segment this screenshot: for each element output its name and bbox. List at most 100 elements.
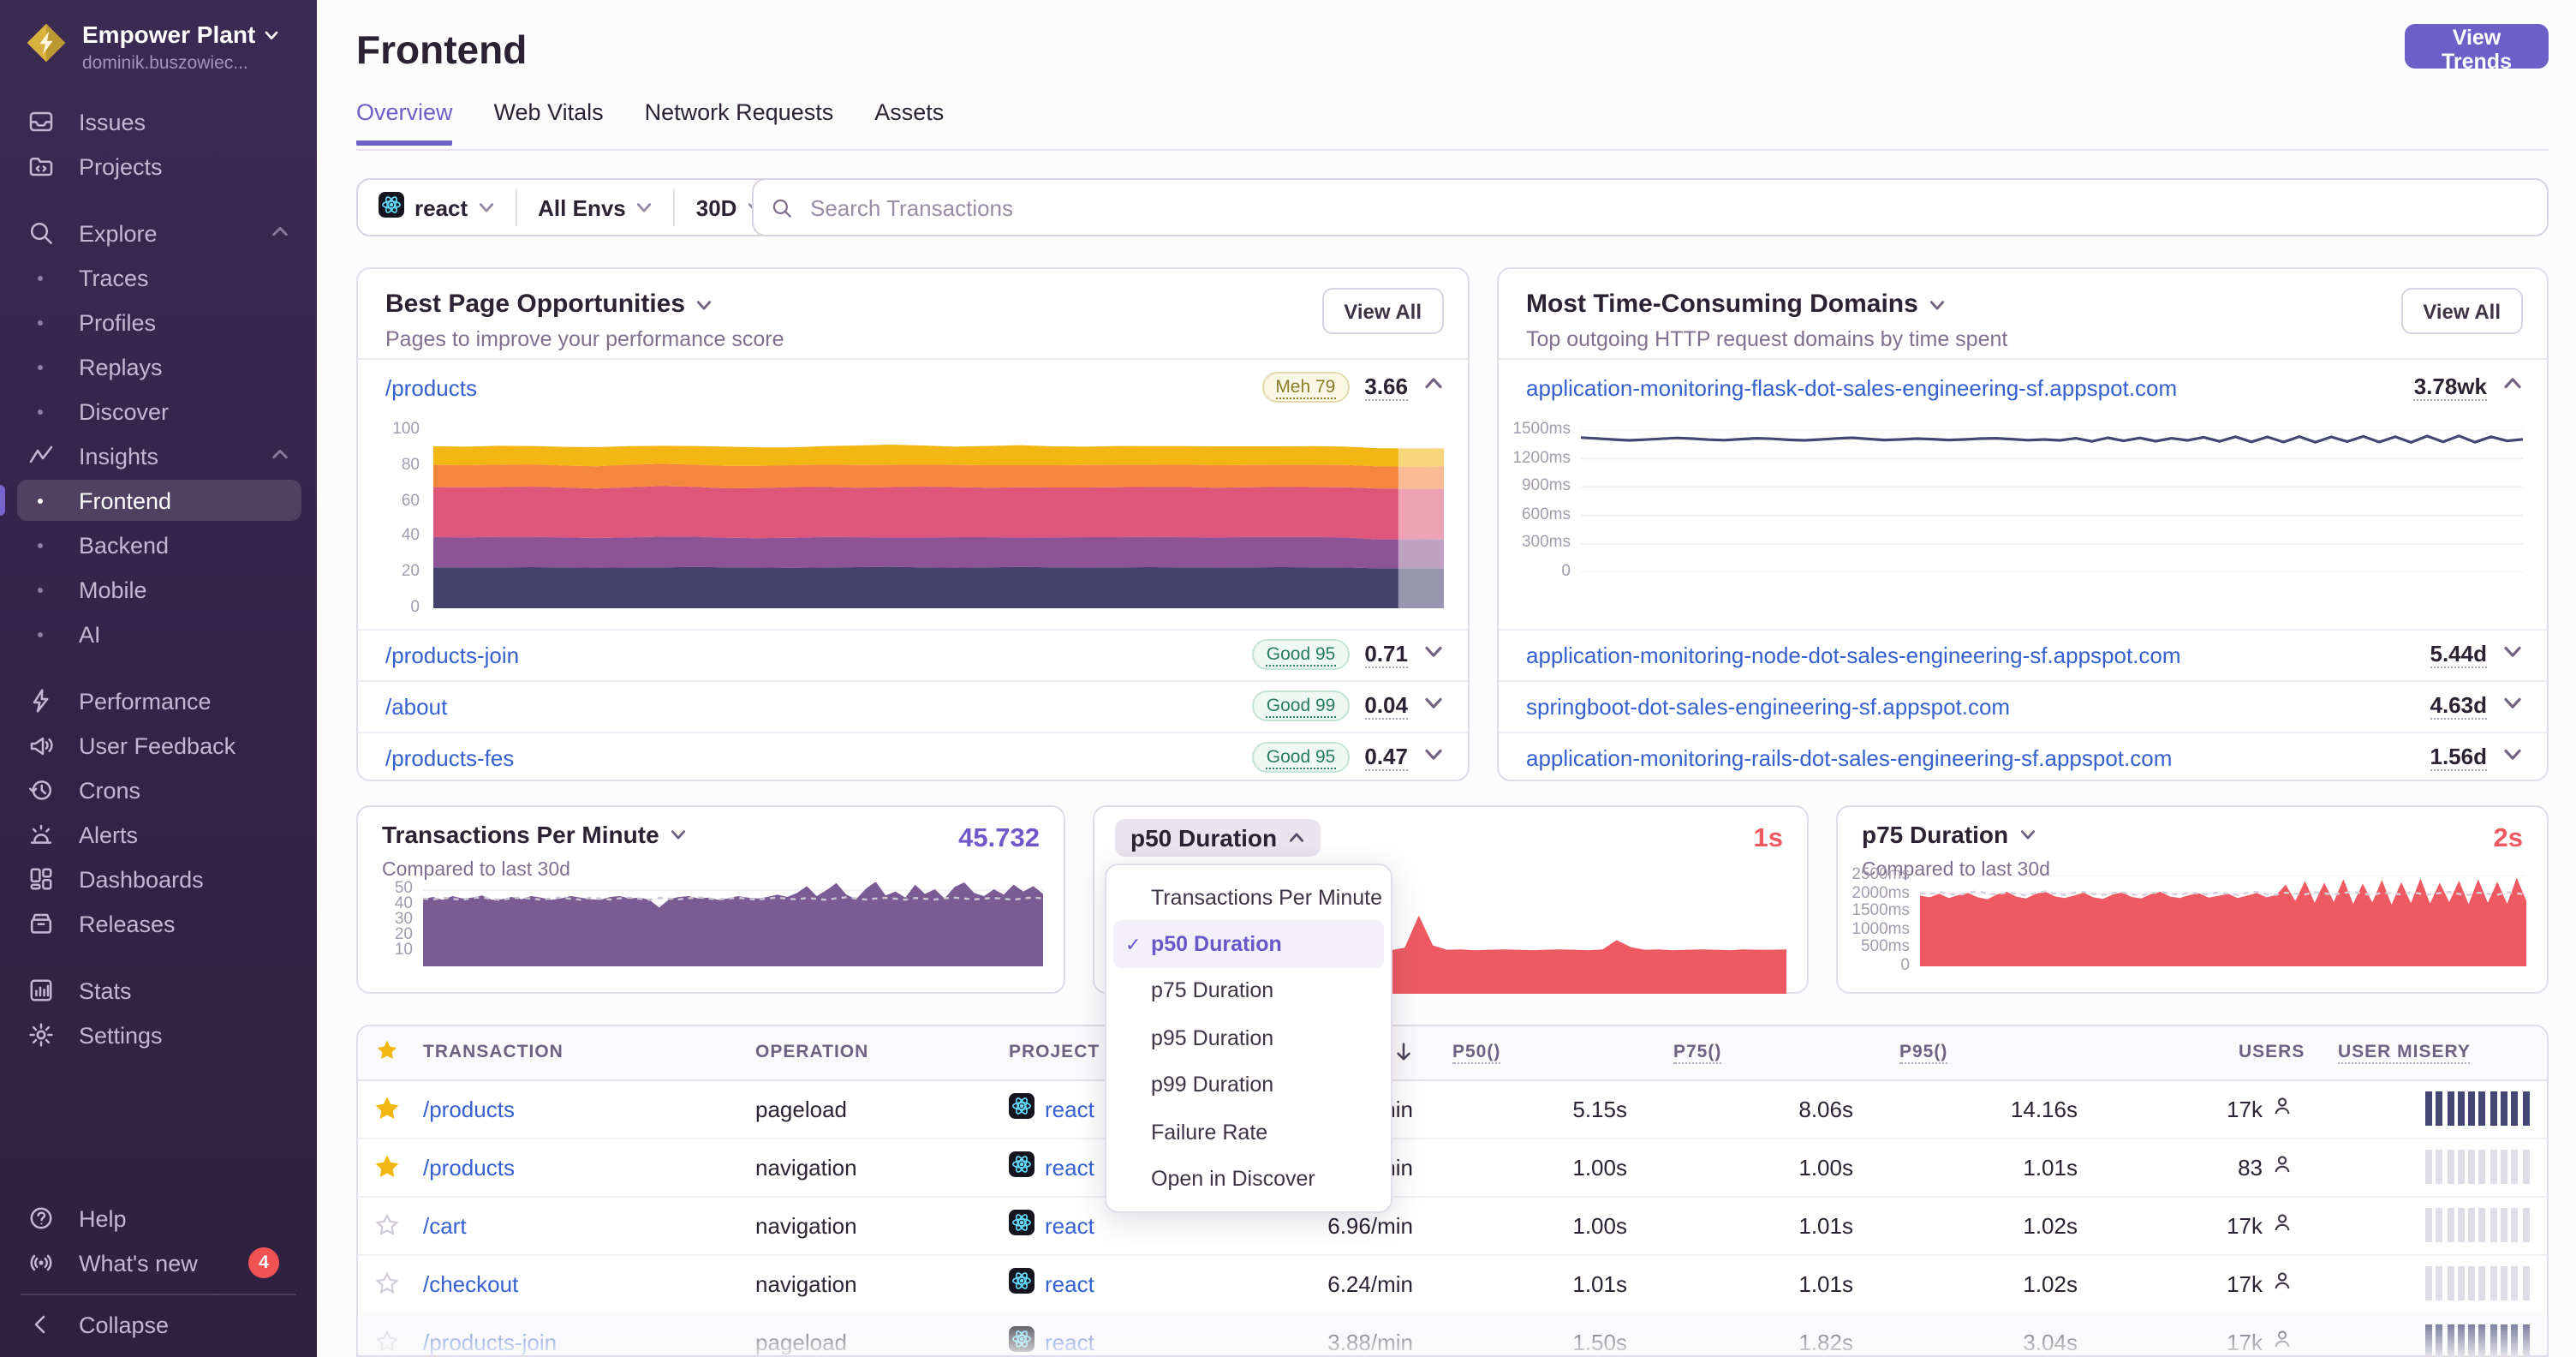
- users-cell: 17k: [2227, 1254, 2293, 1312]
- transaction-link[interactable]: /products: [423, 1154, 515, 1180]
- domains-title[interactable]: Most Time-Consuming Domains: [1526, 290, 1946, 319]
- tpm-area-chart[interactable]: [422, 882, 1044, 966]
- sidebar-item-explore[interactable]: Explore: [0, 211, 317, 255]
- chevron-down-icon[interactable]: [2502, 690, 2523, 721]
- menu-item-failure-rate[interactable]: Failure Rate: [1113, 1109, 1384, 1156]
- chevron-down-icon[interactable]: [1423, 690, 1444, 721]
- chevron-down-icon[interactable]: [1423, 742, 1444, 773]
- search-input[interactable]: [807, 193, 2530, 222]
- tab-assets[interactable]: Assets: [874, 99, 944, 146]
- sidebar-item-label: Performance: [79, 688, 212, 714]
- domain-row: springboot-dot-sales-engineering-sf.apps…: [1499, 680, 2547, 732]
- transaction-link[interactable]: /checkout: [423, 1270, 518, 1296]
- sidebar-item-ai[interactable]: AI: [0, 612, 317, 656]
- sidebar-item-insights[interactable]: Insights: [0, 433, 317, 478]
- tab-network-requests[interactable]: Network Requests: [645, 99, 834, 146]
- p50-cell: 5.15s: [1572, 1096, 1627, 1121]
- menu-item-p50-duration[interactable]: ✓ p50 Duration: [1113, 920, 1384, 968]
- sidebar-item-help[interactable]: Help: [0, 1196, 317, 1240]
- column-header-p75[interactable]: P75(): [1673, 1042, 1722, 1064]
- project-link[interactable]: react: [1045, 1154, 1094, 1180]
- sidebar-item-label: Dashboards: [79, 866, 204, 892]
- star-column-header-icon[interactable]: [375, 1038, 399, 1067]
- best-pages-view-all-button[interactable]: View All: [1321, 288, 1444, 334]
- domain-line-chart[interactable]: [1580, 429, 2524, 573]
- sidebar-item-performance[interactable]: Performance: [0, 678, 317, 723]
- sidebar-item-profiles[interactable]: Profiles: [0, 300, 317, 344]
- star-toggle[interactable]: [375, 1079, 399, 1138]
- issues-icon: [27, 108, 55, 135]
- p75-area-chart[interactable]: [1919, 875, 2527, 967]
- star-toggle[interactable]: [375, 1138, 399, 1196]
- domain-link[interactable]: application-monitoring-rails-dot-sales-e…: [1526, 744, 2430, 770]
- sidebar-item-discover[interactable]: Discover: [0, 389, 317, 433]
- chevron-down-icon[interactable]: [1423, 639, 1444, 670]
- sidebar-item-frontend[interactable]: Frontend: [0, 478, 317, 523]
- star-toggle[interactable]: [375, 1196, 399, 1254]
- transaction-link[interactable]: /products: [423, 1096, 515, 1121]
- sidebar-item-collapse[interactable]: Collapse: [0, 1302, 317, 1347]
- page-link[interactable]: /about: [385, 693, 1253, 719]
- star-toggle[interactable]: [375, 1312, 399, 1355]
- column-header-operation[interactable]: OPERATION: [755, 1042, 868, 1062]
- sidebar-item-traces[interactable]: Traces: [0, 255, 317, 300]
- best-pages-title[interactable]: Best Page Opportunities: [385, 290, 713, 319]
- chevron-down-icon[interactable]: [2502, 639, 2523, 670]
- menu-item-p99-duration[interactable]: p99 Duration: [1113, 1061, 1384, 1109]
- sidebar-item-issues[interactable]: Issues: [0, 99, 317, 144]
- chevron-up-icon[interactable]: [1423, 372, 1444, 403]
- tpm-metric-selector[interactable]: Transactions Per Minute: [382, 821, 687, 848]
- project-link[interactable]: react: [1045, 1329, 1094, 1354]
- column-header-p95[interactable]: P95(): [1899, 1042, 1948, 1064]
- project-link[interactable]: react: [1045, 1096, 1094, 1121]
- org-switcher[interactable]: Empower Plant dominik.buszowiec...: [24, 21, 279, 74]
- sidebar-item-dashboards[interactable]: Dashboards: [0, 857, 317, 901]
- menu-item-label: Transactions Per Minute: [1151, 885, 1383, 910]
- transaction-link[interactable]: /cart: [423, 1212, 467, 1238]
- column-header-users[interactable]: USERS: [2239, 1042, 2305, 1062]
- sidebar-item-user-feedback[interactable]: User Feedback: [0, 723, 317, 768]
- star-toggle[interactable]: [375, 1254, 399, 1312]
- tab-overview[interactable]: Overview: [356, 99, 453, 146]
- bullet-icon: [38, 275, 43, 280]
- sidebar-item-mobile[interactable]: Mobile: [0, 567, 317, 612]
- project-link[interactable]: react: [1045, 1212, 1094, 1238]
- column-header-project[interactable]: PROJECT: [1009, 1042, 1100, 1062]
- column-header-user-misery[interactable]: USER MISERY: [2338, 1042, 2471, 1064]
- sidebar-item-crons[interactable]: Crons: [0, 768, 317, 812]
- domains-view-all-button[interactable]: View All: [2400, 288, 2523, 334]
- p50-metric-selector[interactable]: p50 Duration: [1115, 819, 1321, 857]
- sidebar-item-backend[interactable]: Backend: [0, 523, 317, 567]
- project-filter[interactable]: react: [358, 180, 516, 235]
- menu-item-p95-duration[interactable]: p95 Duration: [1113, 1014, 1384, 1061]
- menu-item-transactions-per-minute[interactable]: Transactions Per Minute: [1113, 874, 1384, 921]
- domain-link[interactable]: application-monitoring-flask-dot-sales-e…: [1526, 374, 2414, 400]
- column-header-transaction[interactable]: TRANSACTION: [423, 1042, 564, 1062]
- page-link[interactable]: /products-join: [385, 642, 1253, 667]
- tab-web-vitals[interactable]: Web Vitals: [494, 99, 604, 146]
- page-link[interactable]: /products-fes: [385, 744, 1253, 770]
- project-link[interactable]: react: [1045, 1270, 1094, 1296]
- sidebar-item-stats[interactable]: Stats: [0, 968, 317, 1013]
- transaction-link[interactable]: /products-join: [423, 1329, 557, 1354]
- sidebar-item-settings[interactable]: Settings: [0, 1013, 317, 1057]
- domain-link[interactable]: application-monitoring-node-dot-sales-en…: [1526, 642, 2430, 667]
- domain-link[interactable]: springboot-dot-sales-engineering-sf.apps…: [1526, 693, 2430, 719]
- environment-filter[interactable]: All Envs: [517, 180, 674, 235]
- pages-stacked-chart[interactable]: [433, 430, 1444, 608]
- page-link[interactable]: /products: [385, 374, 1261, 400]
- sidebar-item-projects[interactable]: Projects: [0, 144, 317, 188]
- menu-item-p75-duration[interactable]: p75 Duration: [1113, 968, 1384, 1015]
- chevron-down-icon[interactable]: [2502, 742, 2523, 773]
- menu-item-label: p95 Duration: [1151, 1025, 1274, 1050]
- view-trends-button[interactable]: View Trends: [2405, 24, 2549, 74]
- sidebar-item-what-s-new[interactable]: What's new 4: [0, 1240, 317, 1285]
- column-header-p50[interactable]: P50(): [1452, 1042, 1501, 1064]
- sidebar-item-releases[interactable]: Releases: [0, 901, 317, 946]
- chevron-up-icon[interactable]: [2502, 372, 2523, 403]
- menu-item-open-in-discover[interactable]: Open in Discover: [1113, 1156, 1384, 1203]
- sidebar-item-replays[interactable]: Replays: [0, 344, 317, 389]
- p75-metric-selector[interactable]: p75 Duration: [1862, 821, 2036, 848]
- sidebar-item-alerts[interactable]: Alerts: [0, 812, 317, 857]
